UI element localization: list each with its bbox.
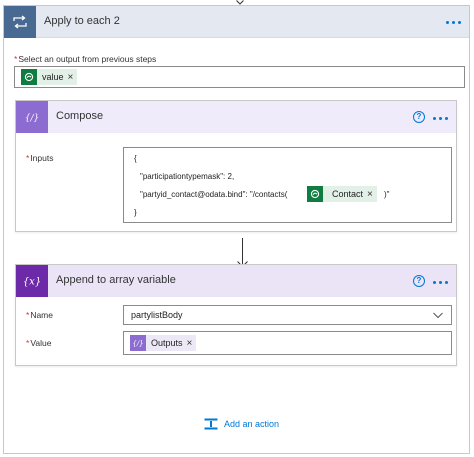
chevron-down-icon [433,311,443,321]
apply-to-each-title: Apply to each 2 [44,15,120,27]
code-open-brace: { [134,154,137,163]
variable-icon: {x} [16,265,48,297]
name-dropdown-value: partylistBody [131,310,183,320]
value-input[interactable]: {∕} Outputs × [123,331,452,355]
compose-more-icon[interactable] [433,117,448,120]
compose-token-icon: {∕} [130,335,146,351]
append-card: {x} Append to array variable ? *Name par… [15,264,457,366]
add-action-button[interactable]: Add an action [204,418,279,430]
code-line-suffix: )" [384,190,390,199]
value-token-label: value [42,72,64,82]
code-line-participation: "participationtypemask": 2, [140,172,235,181]
dataverse-icon [21,69,37,85]
add-action-label: Add an action [224,419,280,429]
compose-header[interactable]: {∕} Compose ? [16,101,456,133]
remove-outputs-token-icon[interactable]: × [186,338,197,349]
value-label: *Value [26,338,52,348]
remove-value-token-icon[interactable]: × [67,72,78,83]
dataverse-icon [307,186,323,202]
apply-to-each-card: Apply to each 2 *Select an output from p… [3,5,470,454]
append-more-icon[interactable] [433,281,448,284]
name-label: *Name [26,310,53,320]
append-header[interactable]: {x} Append to array variable ? [16,265,456,297]
compose-icon: {∕} [16,101,48,133]
inputs-label: *Inputs [26,153,54,163]
contact-token-label: Contact [332,189,364,199]
apply-to-each-more-icon[interactable] [446,21,461,24]
compose-title: Compose [56,110,104,122]
add-action-icon [204,418,218,430]
compose-inputs-field[interactable]: { "participationtypemask": 2, "partyid_c… [123,147,452,223]
svg-text:{∕}: {∕} [25,114,39,124]
code-close-brace: } [134,208,137,217]
value-token[interactable]: value × [21,69,78,85]
compose-help-icon[interactable]: ? [413,111,425,123]
code-line-partyid: "partyid_contact@odata.bind": "/contacts… [140,190,288,199]
apply-to-each-header[interactable]: Apply to each 2 [4,6,469,38]
compose-card: {∕} Compose ? *Inputs { "participationty… [15,100,457,232]
contact-token[interactable]: Contact × [307,186,377,202]
name-dropdown[interactable]: partylistBody [123,305,452,325]
svg-text:{x}: {x} [23,277,41,288]
append-title: Append to array variable [56,274,176,286]
append-help-icon[interactable]: ? [413,275,425,287]
select-output-input[interactable]: value × [14,66,465,88]
remove-contact-token-icon[interactable]: × [366,189,377,200]
outputs-token-label: Outputs [151,338,183,348]
select-output-label: *Select an output from previous steps [14,54,157,64]
loop-icon [4,6,36,38]
outputs-token[interactable]: {∕} Outputs × [130,335,197,351]
svg-text:{∕}: {∕} [132,340,143,348]
